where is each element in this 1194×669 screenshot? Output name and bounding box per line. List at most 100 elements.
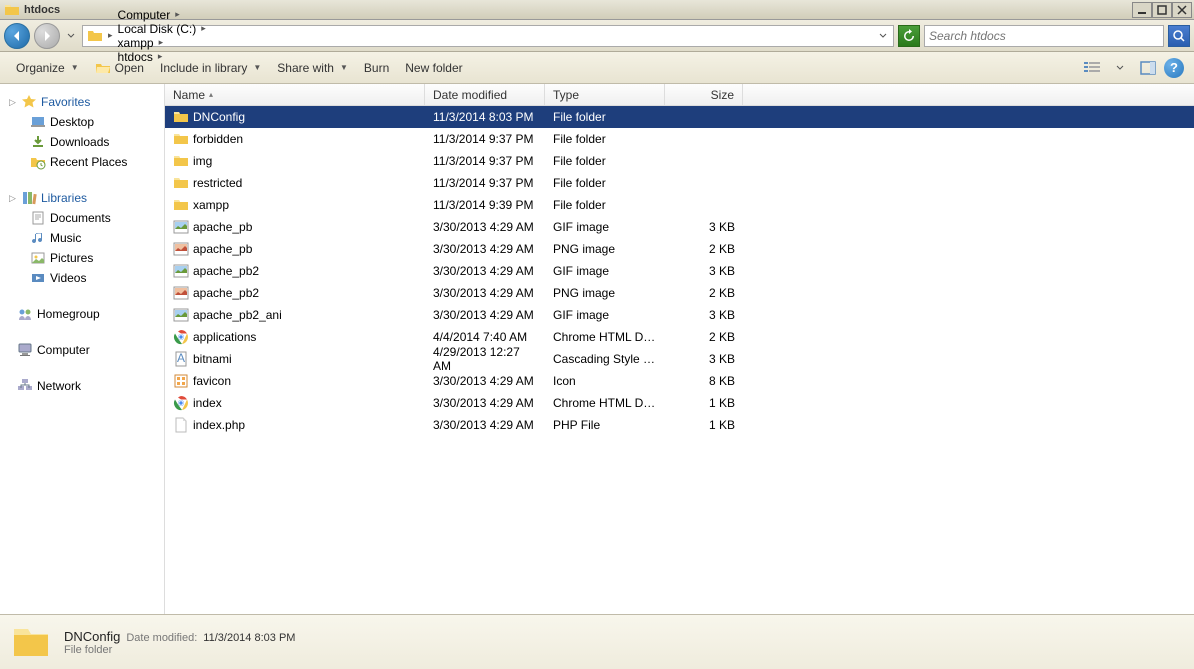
file-type: PHP File [545,418,665,432]
open-button[interactable]: Open [89,57,150,79]
homegroup-label: Homegroup [37,307,100,321]
sidebar-item[interactable]: Desktop [0,112,164,132]
file-date: 4/4/2014 7:40 AM [425,330,545,344]
sidebar-item[interactable]: Pictures [0,248,164,268]
sidebar-item[interactable]: Documents [0,208,164,228]
css-icon: A [173,351,189,367]
column-header-date[interactable]: Date modified [425,84,545,105]
organize-button[interactable]: Organize▼ [10,58,85,78]
share-with-button[interactable]: Share with▼ [271,58,354,78]
sort-ascending-icon: ▴ [209,90,213,99]
file-date: 11/3/2014 8:03 PM [425,110,545,124]
item-icon [30,154,46,170]
libraries-header[interactable]: ▷ Libraries [0,188,164,208]
file-row[interactable]: apache_pb2_ani3/30/2013 4:29 AMGIF image… [165,304,1194,326]
details-modified-label: Date modified: [126,632,197,644]
chevron-right-icon[interactable]: ▸ [156,37,167,48]
file-row[interactable]: apache_pb23/30/2013 4:29 AMGIF image3 KB [165,260,1194,282]
refresh-button[interactable] [898,25,920,47]
minimize-button[interactable] [1132,2,1152,18]
new-folder-button[interactable]: New folder [399,58,468,78]
file-row[interactable]: forbidden11/3/2014 9:37 PMFile folder [165,128,1194,150]
file-name: applications [193,330,256,344]
file-type: Cascading Style Sh... [545,352,665,366]
view-options-button[interactable] [1080,56,1104,80]
help-button[interactable]: ? [1164,58,1184,78]
include-library-button[interactable]: Include in library▼ [154,58,267,78]
back-button[interactable] [4,23,30,49]
file-date: 3/30/2013 4:29 AM [425,418,545,432]
chevron-right-icon[interactable]: ▸ [105,30,116,41]
file-row[interactable]: index3/30/2013 4:29 AMChrome HTML Docu..… [165,392,1194,414]
folder-icon [10,621,52,663]
col-date-label: Date modified [433,88,507,102]
collapse-icon: ▷ [8,98,17,107]
homegroup-item[interactable]: Homegroup [0,304,164,324]
view-dropdown[interactable] [1108,56,1132,80]
column-headers: Name▴ Date modified Type Size [165,84,1194,106]
file-date: 3/30/2013 4:29 AM [425,374,545,388]
file-row[interactable]: apache_pb3/30/2013 4:29 AMGIF image3 KB [165,216,1194,238]
close-button[interactable] [1172,2,1192,18]
address-dropdown[interactable] [875,32,891,40]
search-button[interactable] [1168,25,1190,47]
column-header-type[interactable]: Type [545,84,665,105]
open-label: Open [115,61,144,75]
network-item[interactable]: Network [0,376,164,396]
sidebar-item[interactable]: Music [0,228,164,248]
file-icon [173,417,189,433]
folder-icon [173,131,189,147]
favorites-header[interactable]: ▷ Favorites [0,92,164,112]
forward-button[interactable] [34,23,60,49]
file-row[interactable]: apache_pb23/30/2013 4:29 AMPNG image2 KB [165,282,1194,304]
png-icon [173,285,189,301]
burn-button[interactable]: Burn [358,58,395,78]
column-header-size[interactable]: Size [665,84,743,105]
file-row[interactable]: Abitnami4/29/2013 12:27 AMCascading Styl… [165,348,1194,370]
address-bar[interactable]: ▸ Computer▸Local Disk (C:)▸xampp▸htdocs▸ [82,25,894,47]
search-input[interactable] [929,29,1159,43]
history-dropdown[interactable] [64,23,78,49]
file-size: 2 KB [665,242,743,256]
file-date: 3/30/2013 4:29 AM [425,286,545,300]
file-name: apache_pb [193,242,252,256]
folder-icon [173,109,189,125]
chevron-right-icon[interactable]: ▸ [198,23,209,34]
computer-item[interactable]: Computer [0,340,164,360]
preview-pane-button[interactable] [1136,56,1160,80]
file-date: 11/3/2014 9:37 PM [425,154,545,168]
chevron-right-icon[interactable]: ▸ [172,9,183,20]
file-row[interactable]: xampp11/3/2014 9:39 PMFile folder [165,194,1194,216]
file-row[interactable]: apache_pb3/30/2013 4:29 AMPNG image2 KB [165,238,1194,260]
file-name: index.php [193,418,245,432]
file-size: 3 KB [665,264,743,278]
breadcrumb-segment[interactable]: xampp [116,36,156,50]
sidebar-item[interactable]: Recent Places [0,152,164,172]
file-list[interactable]: DNConfig11/3/2014 8:03 PMFile folderforb… [165,106,1194,614]
file-name: index [193,396,222,410]
file-row[interactable]: restricted11/3/2014 9:37 PMFile folder [165,172,1194,194]
file-row[interactable]: applications4/4/2014 7:40 AMChrome HTML … [165,326,1194,348]
sidebar-item-label: Downloads [50,135,109,149]
column-header-name[interactable]: Name▴ [165,84,425,105]
file-row[interactable]: index.php3/30/2013 4:29 AMPHP File1 KB [165,414,1194,436]
breadcrumb-segment[interactable]: Computer [116,8,173,22]
sidebar-item-label: Pictures [50,251,93,265]
file-name: apache_pb2 [193,264,259,278]
chevron-down-icon: ▼ [253,63,261,72]
breadcrumb-segment[interactable]: Local Disk (C:) [116,22,199,36]
file-type: GIF image [545,220,665,234]
sidebar-item[interactable]: Videos [0,268,164,288]
file-row[interactable]: DNConfig11/3/2014 8:03 PMFile folder [165,106,1194,128]
file-name: apache_pb [193,220,252,234]
sidebar-item-label: Documents [50,211,111,225]
item-icon [30,210,46,226]
details-name: DNConfig [64,629,120,644]
chevron-down-icon: ▼ [340,63,348,72]
file-row[interactable]: img11/3/2014 9:37 PMFile folder [165,150,1194,172]
file-row[interactable]: favicon3/30/2013 4:29 AMIcon8 KB [165,370,1194,392]
sidebar-item[interactable]: Downloads [0,132,164,152]
file-size: 3 KB [665,308,743,322]
maximize-button[interactable] [1152,2,1172,18]
search-box[interactable] [924,25,1164,47]
